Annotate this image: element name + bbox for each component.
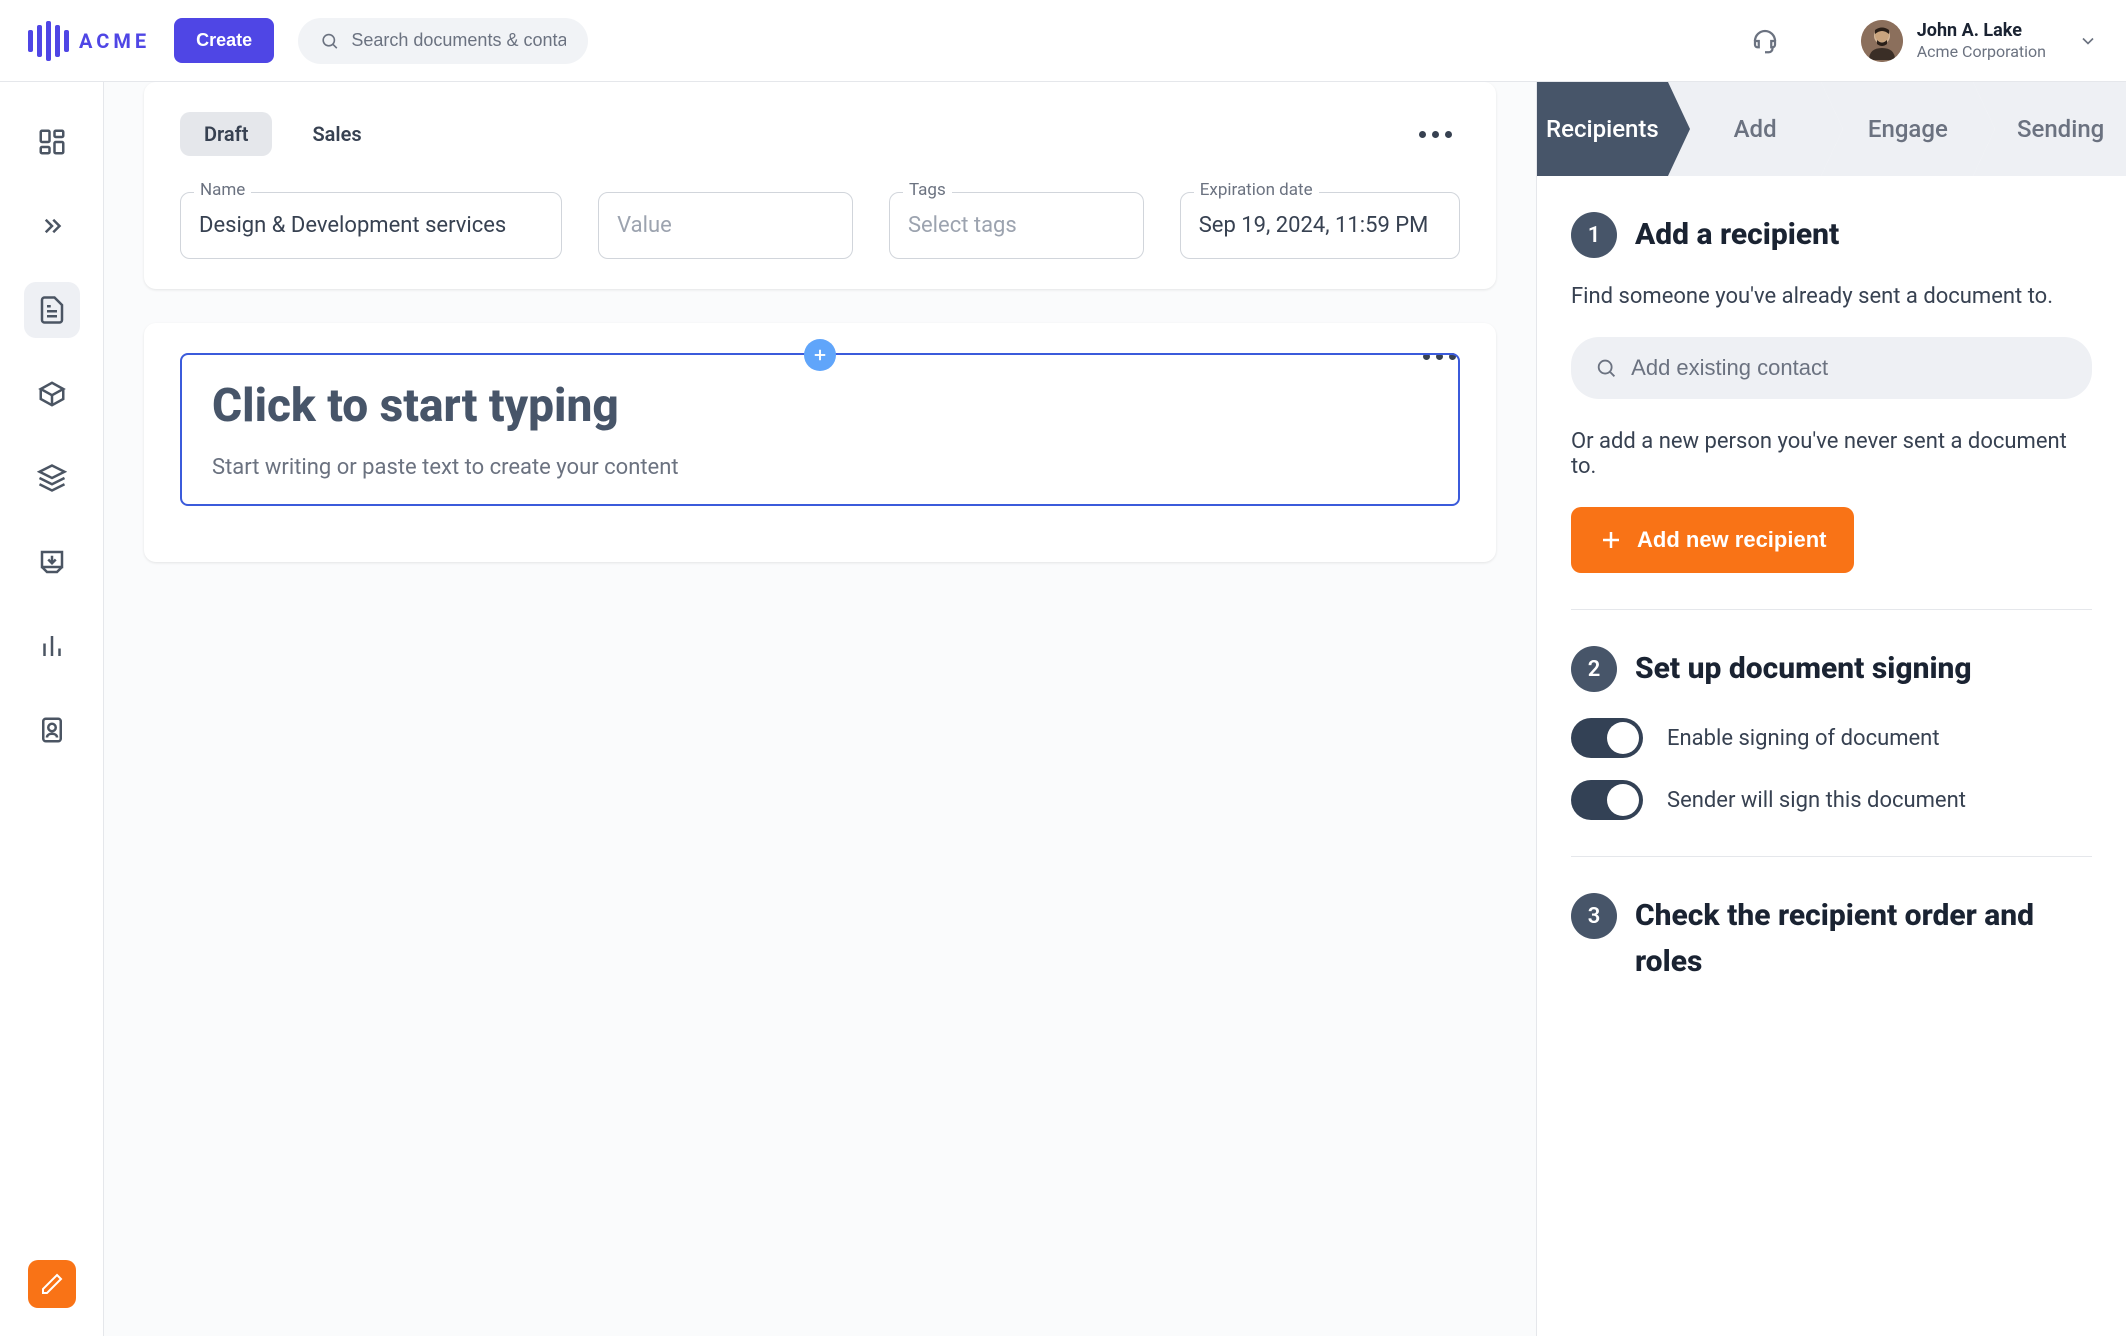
document-canvas: Draft Sales Name Design & Development se… (104, 82, 1536, 1336)
step-recipients[interactable]: Recipients (1537, 82, 1668, 176)
add-block-button[interactable] (804, 339, 836, 371)
step-engage[interactable]: Engage (1821, 82, 1974, 176)
left-nav-rail (0, 82, 104, 1336)
toggle-sender-sign-row: Sender will sign this document (1571, 780, 2092, 820)
user-menu[interactable]: John A. Lake Acme Corporation (1861, 20, 2098, 62)
contact-icon (37, 715, 67, 745)
section-recipient-order: 3 Check the recipient order and roles (1571, 893, 2092, 985)
support-button[interactable] (1743, 19, 1787, 63)
divider (1571, 856, 2092, 857)
card-more-button[interactable] (1411, 123, 1460, 146)
search-icon (320, 30, 339, 52)
add-new-recipient-button[interactable]: Add new recipient (1571, 507, 1854, 573)
search-icon (1595, 356, 1617, 380)
document-icon (37, 295, 67, 325)
avatar (1861, 20, 1903, 62)
editor-card: Click to start typing Start writing or p… (144, 323, 1496, 562)
user-info: John A. Lake Acme Corporation (1917, 20, 2046, 61)
search-input[interactable] (351, 30, 566, 51)
nav-pipeline[interactable] (24, 198, 80, 254)
bar-chart-icon (37, 631, 67, 661)
editor-subtitle: Start writing or paste text to create yo… (212, 455, 1428, 480)
field-name-label: Name (194, 180, 251, 200)
right-panel: Recipients Add Engage Sending 1 Add a re… (1536, 82, 2126, 1336)
step-badge-3: 3 (1571, 893, 1617, 939)
toggle-enable-signing[interactable] (1571, 718, 1643, 758)
chevron-down-icon (2078, 31, 2098, 51)
field-name: Name Design & Development services (180, 192, 562, 259)
dashboard-icon (37, 127, 67, 157)
chevrons-right-icon (37, 211, 67, 241)
step-sending[interactable]: Sending (1973, 82, 2126, 176)
contact-search-input[interactable] (1631, 355, 2068, 381)
nav-documents[interactable] (24, 282, 80, 338)
field-expiration-label: Expiration date (1194, 180, 1319, 200)
nav-inbox[interactable] (24, 534, 80, 590)
user-name-label: John A. Lake (1917, 20, 2046, 42)
section-1-title: Add a recipient (1635, 212, 1839, 258)
compose-button[interactable] (28, 1260, 76, 1308)
plus-icon (811, 346, 829, 364)
tab-draft[interactable]: Draft (180, 112, 272, 156)
plus-icon (1599, 528, 1623, 552)
section-3-title: Check the recipient order and roles (1635, 893, 2092, 985)
logo-mark-icon (28, 21, 69, 61)
app-header: ACME Create John A. Lake Acme Corporatio… (0, 0, 2126, 82)
document-info-card: Draft Sales Name Design & Development se… (144, 82, 1496, 289)
step-badge-1: 1 (1571, 212, 1617, 258)
nav-dashboard[interactable] (24, 114, 80, 170)
step-add[interactable]: Add (1668, 82, 1821, 176)
section-1-desc: Find someone you've already sent a docum… (1571, 284, 2092, 309)
section-add-recipient: 1 Add a recipient (1571, 212, 2092, 258)
field-expiration-input[interactable]: Sep 19, 2024, 11:59 PM (1180, 192, 1460, 259)
create-button[interactable]: Create (174, 18, 274, 63)
toggle-enable-signing-row: Enable signing of document (1571, 718, 2092, 758)
section-document-signing: 2 Set up document signing (1571, 646, 2092, 692)
nav-contacts[interactable] (24, 702, 80, 758)
step-badge-2: 2 (1571, 646, 1617, 692)
editor-block[interactable]: Click to start typing Start writing or p… (180, 353, 1460, 506)
brand-name: ACME (79, 29, 150, 53)
nav-reports[interactable] (24, 618, 80, 674)
add-new-recipient-label: Add new recipient (1637, 527, 1826, 553)
divider (1571, 609, 2092, 610)
global-search[interactable] (298, 18, 588, 64)
field-tags: Tags Select tags (889, 192, 1144, 259)
field-name-input[interactable]: Design & Development services (180, 192, 562, 259)
field-value-input[interactable]: Value (598, 192, 853, 259)
field-tags-input[interactable]: Select tags (889, 192, 1144, 259)
nav-products[interactable] (24, 366, 80, 422)
field-expiration: Expiration date Sep 19, 2024, 11:59 PM (1180, 192, 1460, 259)
layers-icon (37, 463, 67, 493)
workflow-steps: Recipients Add Engage Sending (1537, 82, 2126, 176)
cube-icon (37, 379, 67, 409)
user-company-label: Acme Corporation (1917, 42, 2046, 61)
field-tags-label: Tags (903, 180, 952, 200)
pencil-icon (40, 1272, 64, 1296)
nav-templates[interactable] (24, 450, 80, 506)
toggle-sender-sign[interactable] (1571, 780, 1643, 820)
field-value: Value (598, 192, 853, 259)
toggle-enable-signing-label: Enable signing of document (1667, 726, 1940, 751)
tab-sales[interactable]: Sales (288, 112, 385, 156)
headset-icon (1750, 26, 1780, 56)
section-2-title: Set up document signing (1635, 646, 1972, 692)
section-1-or: Or add a new person you've never sent a … (1571, 429, 2092, 479)
brand-logo[interactable]: ACME (28, 21, 150, 61)
contact-search[interactable] (1571, 337, 2092, 399)
toggle-sender-sign-label: Sender will sign this document (1667, 788, 1966, 813)
inbox-icon (37, 547, 67, 577)
editor-title: Click to start typing (212, 379, 1428, 433)
